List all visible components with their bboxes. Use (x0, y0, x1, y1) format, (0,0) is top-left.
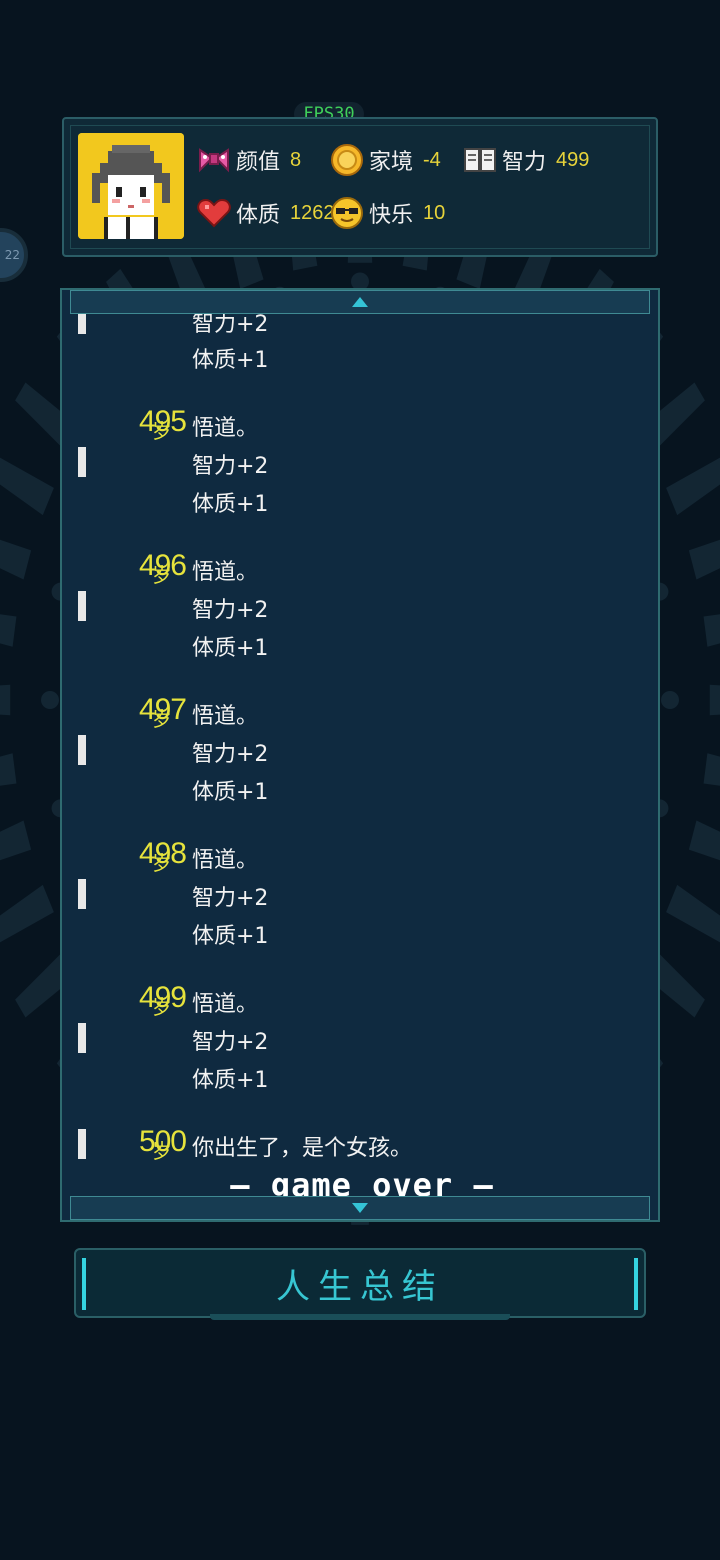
sunglasses-face-icon (329, 195, 365, 231)
bow-icon (196, 142, 232, 178)
life-summary-button[interactable]: 人生总结 (74, 1248, 646, 1318)
summary-button-shadow (210, 1314, 510, 1320)
heart-icon (196, 195, 232, 231)
stat-family: 家境 -4 (329, 140, 441, 180)
life-log-panel[interactable]: 智力+2 体质+1 495 岁 悟道。 智力+2 体质+1 496 岁 悟道。 … (60, 288, 660, 1222)
book-icon (462, 142, 498, 178)
coin-icon (329, 142, 365, 178)
arrow-down-icon (352, 1203, 368, 1213)
scroll-down-button[interactable] (70, 1196, 650, 1220)
stat-intelligence: 智力 499 (462, 140, 589, 180)
stat-constitution: 体质 1262 (196, 193, 335, 233)
attributes-panel: 颜值 8 家境 -4 智力 499 体质 1262 快乐 10 (62, 117, 658, 257)
stat-happiness: 快乐 10 (329, 193, 445, 233)
scroll-up-button[interactable] (70, 290, 650, 314)
avatar (78, 133, 184, 239)
arrow-up-icon (352, 297, 368, 307)
stat-appearance: 颜值 8 (196, 140, 301, 180)
